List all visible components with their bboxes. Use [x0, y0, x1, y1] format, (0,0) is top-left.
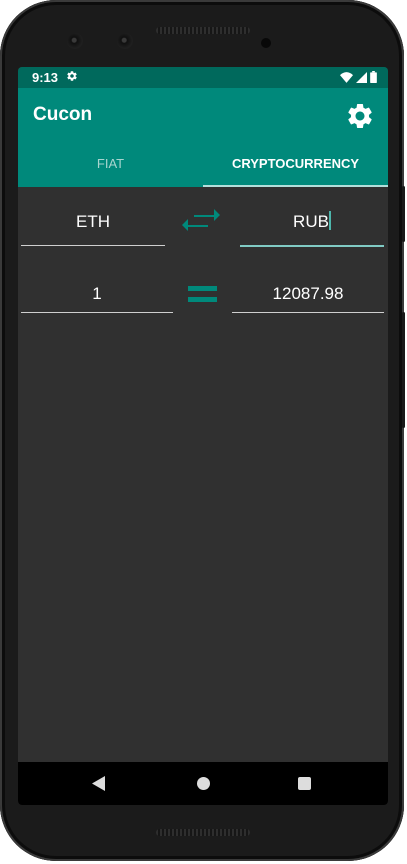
screen: 9:13 Cucon FIAT CRYPTOCURRENCY ETH RUB 1…	[18, 67, 388, 805]
cellular-signal-icon	[356, 71, 367, 83]
status-icons	[340, 71, 377, 83]
status-time: 9:13	[32, 70, 59, 85]
back-icon[interactable]	[92, 776, 105, 791]
recent-apps-icon[interactable]	[298, 777, 311, 790]
result-value: 12087.98	[272, 284, 344, 303]
tab-cryptocurrency[interactable]: CRYPTOCURRENCY	[203, 141, 388, 187]
equals-icon	[188, 285, 218, 303]
front-sensor-icon	[117, 33, 133, 49]
phone-frame: 9:13 Cucon FIAT CRYPTOCURRENCY ETH RUB 1…	[0, 0, 405, 861]
equals-bar-bottom	[188, 297, 217, 302]
settings-button[interactable]	[345, 101, 375, 131]
volume-button	[402, 312, 405, 428]
app-title: Cucon	[33, 104, 93, 125]
gear-icon	[348, 103, 372, 128]
amount-value: 1	[92, 284, 102, 303]
battery-icon	[370, 71, 377, 83]
text-caret	[328, 211, 331, 230]
to-currency-value: RUB	[293, 212, 329, 231]
home-icon[interactable]	[197, 777, 210, 790]
to-currency-field[interactable]: RUB	[240, 207, 384, 247]
swap-arrows-icon	[182, 209, 220, 231]
wifi-icon	[340, 71, 353, 83]
front-camera-icon	[67, 33, 83, 49]
result-field[interactable]: 12087.98	[232, 280, 384, 313]
equals-bar-top	[188, 286, 217, 291]
power-button	[402, 186, 405, 242]
system-nav-bar	[18, 762, 388, 805]
swap-currencies-button[interactable]	[181, 205, 221, 235]
status-bar: 9:13	[18, 67, 388, 88]
top-speaker	[156, 27, 250, 34]
tab-bar: FIAT CRYPTOCURRENCY	[18, 141, 388, 187]
bottom-speaker	[156, 829, 250, 836]
from-currency-value: ETH	[76, 212, 110, 231]
settings-notification-icon	[66, 70, 78, 85]
amount-input[interactable]: 1	[21, 280, 173, 313]
proximity-sensor	[261, 38, 271, 48]
tab-fiat[interactable]: FIAT	[18, 141, 203, 187]
from-currency-field[interactable]: ETH	[21, 207, 165, 246]
app-bar: Cucon	[18, 88, 388, 141]
tab-indicator	[203, 185, 388, 187]
